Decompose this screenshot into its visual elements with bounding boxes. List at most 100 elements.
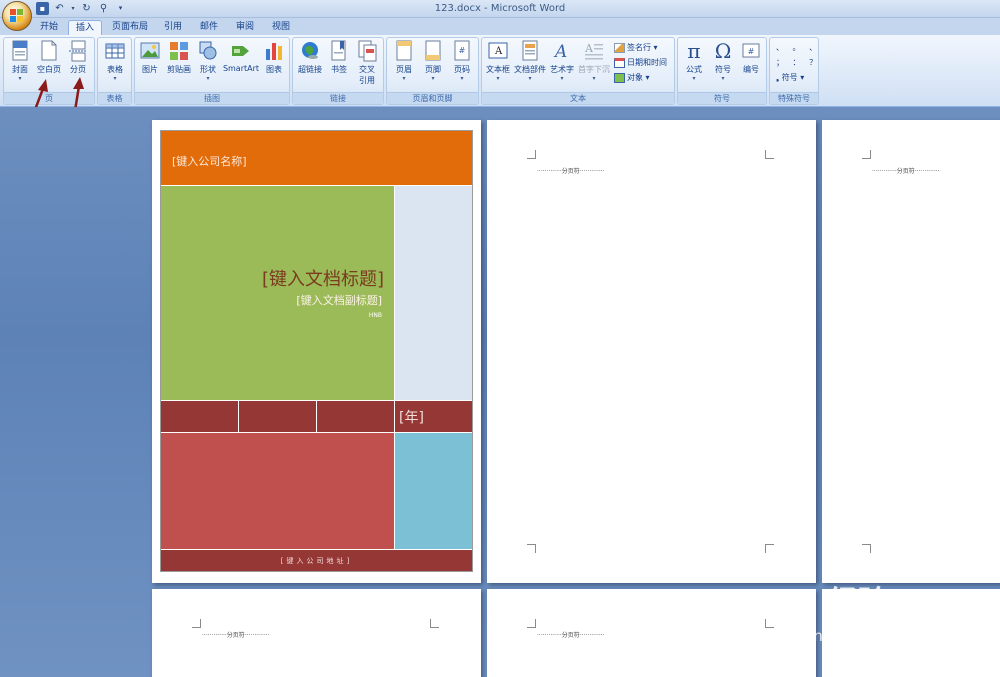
quick-parts-label: 文档部件 bbox=[514, 65, 546, 74]
group-label-special-symbols: 特殊符号 bbox=[770, 92, 818, 104]
svg-text:A: A bbox=[553, 42, 567, 62]
group-tables: 表格 ▾ 表格 bbox=[97, 37, 132, 105]
document-page-4[interactable]: ·············分页符············· bbox=[152, 589, 481, 677]
clipart-icon bbox=[170, 42, 188, 60]
tab-mailings[interactable]: 邮件 bbox=[194, 20, 224, 35]
document-subtitle-field[interactable]: [键入文档副标题] bbox=[272, 292, 382, 308]
chart-button[interactable]: 图表 bbox=[261, 40, 287, 75]
document-area[interactable]: [键入公司名称] [键入文档标题] [键入文档副标题] HNB [年] [键入公… bbox=[0, 107, 1000, 677]
page-break-marker: ·············分页符············· bbox=[872, 168, 940, 175]
page-number-label: 页码 bbox=[454, 65, 470, 74]
table-button[interactable]: 表格 ▾ bbox=[101, 40, 129, 83]
object-button[interactable]: 对象 ▾ bbox=[614, 72, 650, 84]
chevron-down-icon: ▾ bbox=[460, 75, 464, 82]
tab-insert[interactable]: 插入 bbox=[68, 20, 102, 35]
page-break-label: 分页 bbox=[70, 65, 86, 74]
symbol-label: 符号 bbox=[715, 65, 731, 74]
smartart-label: SmartArt bbox=[222, 64, 260, 73]
object-label: 对象 bbox=[627, 73, 643, 82]
margin-corner-top-left bbox=[527, 150, 536, 159]
svg-text:A: A bbox=[584, 42, 594, 55]
clipart-button[interactable]: 剪贴画 bbox=[164, 40, 194, 75]
chart-icon bbox=[266, 43, 282, 60]
table-label: 表格 bbox=[107, 65, 123, 74]
header-button[interactable]: 页眉 ▾ bbox=[390, 40, 418, 83]
equation-button[interactable]: π 公式 ▾ bbox=[680, 40, 708, 83]
smartart-icon bbox=[232, 46, 249, 56]
chevron-down-icon: ▾ bbox=[721, 75, 725, 82]
year-row-cell-2 bbox=[239, 401, 316, 432]
window-title: 123.docx - Microsoft Word bbox=[434, 3, 566, 14]
group-label-tables: 表格 bbox=[98, 92, 131, 104]
group-label-header-footer: 页眉和页脚 bbox=[387, 92, 478, 104]
header-label: 页眉 bbox=[396, 65, 412, 74]
side-light-block bbox=[395, 186, 472, 400]
ribbon: 封面 ▾ 空白页 分页 页 表格 ▾ 表格 图片 剪贴画 形状 ▾ SmartA… bbox=[0, 35, 1000, 107]
year-row-cell-1 bbox=[161, 401, 238, 432]
margin-corner-top-right bbox=[430, 619, 439, 628]
text-box-button[interactable]: A 文本框 ▾ bbox=[484, 40, 512, 83]
tab-view[interactable]: 视图 bbox=[266, 20, 296, 35]
ribbon-tabs: 开始 插入 页面布局 引用 邮件 审阅 视图 bbox=[0, 18, 1000, 35]
blank-page-label: 空白页 bbox=[37, 65, 61, 74]
cross-reference-icon bbox=[358, 40, 377, 62]
author-field[interactable]: HNB bbox=[352, 312, 382, 319]
page-break-button[interactable]: 分页 bbox=[64, 40, 92, 75]
text-box-label: 文本框 bbox=[486, 65, 510, 74]
signature-line-button[interactable]: 签名行 ▾ bbox=[614, 42, 658, 54]
blank-page-icon bbox=[41, 40, 57, 61]
signature-line-icon bbox=[614, 42, 625, 53]
company-name-field[interactable]: [键入公司名称] bbox=[172, 153, 247, 169]
wordart-label: 艺术字 bbox=[550, 65, 574, 74]
cover-page-label: 封面 bbox=[12, 65, 28, 74]
comma-icon: ❟ bbox=[776, 73, 780, 82]
margin-corner-top-right bbox=[765, 150, 774, 159]
cross-reference-button[interactable]: 交叉 引用 bbox=[353, 40, 381, 86]
tab-references[interactable]: 引用 bbox=[158, 20, 188, 35]
symbol-button[interactable]: Ω 符号 ▾ bbox=[709, 40, 737, 83]
blank-page-button[interactable]: 空白页 bbox=[35, 40, 63, 75]
tab-home[interactable]: 开始 bbox=[34, 20, 64, 35]
document-page-2[interactable]: ·············分页符············· bbox=[487, 120, 816, 583]
hyperlink-globe-icon bbox=[302, 42, 318, 59]
group-label-symbols: 符号 bbox=[678, 92, 766, 104]
special-symbols-row-1[interactable]: 、 。 、 bbox=[776, 42, 820, 54]
year-field[interactable]: [年] bbox=[399, 407, 424, 427]
year-row-cell-3 bbox=[317, 401, 394, 432]
quick-parts-button[interactable]: 文档部件 ▾ bbox=[513, 40, 547, 83]
document-page-3[interactable]: ·············分页符············· bbox=[822, 120, 1000, 583]
chevron-down-icon: ▾ bbox=[206, 75, 210, 82]
pi-icon: π bbox=[687, 39, 701, 63]
numbering-button[interactable]: # 编号 bbox=[738, 40, 764, 75]
document-title-field[interactable]: [键入文档标题] bbox=[252, 265, 384, 291]
shapes-button[interactable]: 形状 ▾ bbox=[195, 40, 221, 83]
bookmark-label: 书签 bbox=[331, 65, 347, 74]
chevron-down-icon: ▾ bbox=[592, 75, 596, 82]
special-symbols-row-2[interactable]: ； ： ？ bbox=[776, 57, 820, 69]
page-break-marker: ·············分页符············· bbox=[537, 632, 605, 639]
footer-label: 页脚 bbox=[425, 65, 441, 74]
hyperlink-button[interactable]: 超链接 bbox=[295, 40, 325, 75]
chevron-down-icon: ▾ bbox=[431, 75, 435, 82]
drop-cap-button[interactable]: A 首字下沉 ▾ bbox=[577, 40, 611, 83]
office-button[interactable] bbox=[2, 1, 32, 31]
document-page-cover[interactable]: [键入公司名称] [键入文档标题] [键入文档副标题] HNB [年] [键入公… bbox=[152, 120, 481, 583]
bookmark-button[interactable]: 书签 bbox=[326, 40, 352, 75]
group-header-footer: 页眉 ▾ 页脚 ▾ # 页码 ▾ 页眉和页脚 bbox=[386, 37, 479, 105]
table-icon bbox=[105, 43, 125, 59]
page-break-icon bbox=[69, 40, 87, 62]
margin-corner-bottom-right bbox=[765, 544, 774, 553]
wordart-button[interactable]: A 艺术字 ▾ bbox=[548, 40, 576, 83]
page-number-button[interactable]: # 页码 ▾ bbox=[448, 40, 476, 83]
date-time-button[interactable]: 日期和时间 bbox=[614, 57, 667, 69]
margin-corner-top-left bbox=[527, 619, 536, 628]
company-address-field[interactable]: [键入公司地址] bbox=[161, 556, 472, 566]
wordart-icon: A bbox=[553, 42, 567, 62]
picture-button[interactable]: 图片 bbox=[137, 40, 163, 75]
page-break-marker: ·············分页符············· bbox=[202, 632, 270, 639]
tab-review[interactable]: 审阅 bbox=[230, 20, 260, 35]
smartart-button[interactable]: SmartArt bbox=[222, 40, 260, 73]
footer-button[interactable]: 页脚 ▾ bbox=[419, 40, 447, 83]
special-symbol-button[interactable]: ❟ 符号 ▾ bbox=[776, 72, 804, 84]
tab-page-layout[interactable]: 页面布局 bbox=[108, 20, 152, 35]
